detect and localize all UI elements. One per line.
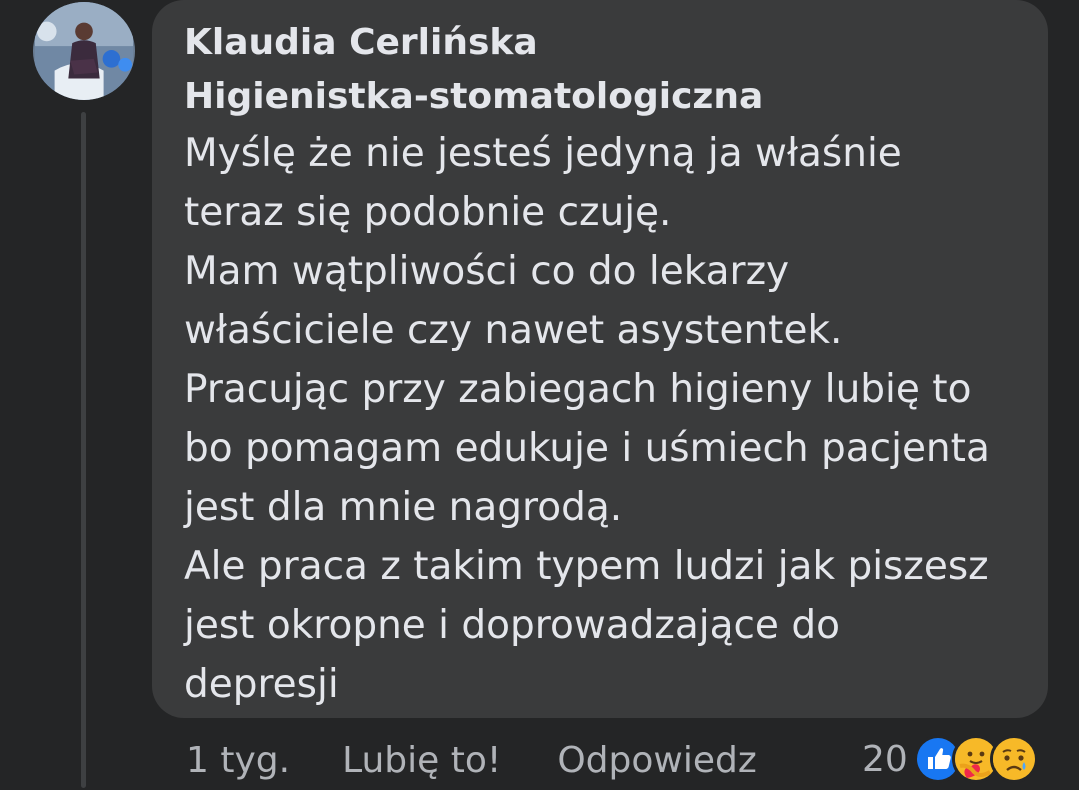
comment-author[interactable]: Klaudia Cerlińska	[184, 16, 1028, 70]
reply-button[interactable]: Odpowiedz	[557, 740, 756, 781]
comment-text: Higienistka-stomatologiczna Myślę że nie…	[184, 70, 1028, 714]
like-button[interactable]: Lubię to!	[342, 740, 501, 781]
reactions-summary[interactable]: 20	[862, 732, 1038, 786]
thread-line	[81, 112, 86, 788]
comment-line: jest okropne i doprowadzające do	[184, 603, 840, 648]
comment-line: Myślę że nie jesteś jedyną ja właśnie	[184, 131, 902, 176]
comment-line: jest dla mnie nagrodą.	[184, 485, 623, 530]
comment-line: właściciele czy nawet asystentek.	[184, 308, 843, 353]
comment-line: teraz się podobnie czuję.	[184, 190, 672, 235]
comment-line: Higienistka-stomatologiczna	[184, 76, 764, 117]
comment-line: Mam wątpliwości co do lekarzy	[184, 249, 790, 294]
comment-line: Ale praca z takim typem ludzi jak piszes…	[184, 544, 989, 589]
comment-line: Pracując przy zabiegach higieny lubię to	[184, 367, 972, 412]
sad-reaction-icon	[989, 735, 1038, 783]
reaction-count: 20	[862, 738, 908, 780]
comment-actions: 1 tyg. Lubię to! Odpowiedz	[186, 730, 757, 790]
reaction-icons	[913, 735, 1038, 783]
profile-photo	[35, 2, 133, 100]
comment-bubble: Klaudia Cerlińska Higienistka-stomatolog…	[152, 0, 1048, 718]
comment-line: bo pomagam edukuje i uśmiech pacjenta	[184, 426, 990, 471]
avatar[interactable]	[33, 2, 135, 100]
timestamp[interactable]: 1 tyg.	[186, 740, 290, 781]
comment-line: depresji	[184, 662, 339, 707]
